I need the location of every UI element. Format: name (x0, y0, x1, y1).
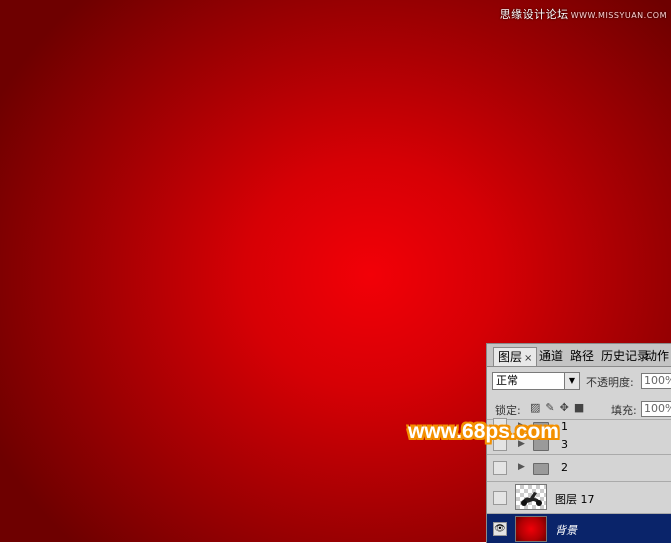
lock-all-icon[interactable]: ■ (574, 401, 589, 414)
layer-name: 3 (561, 438, 568, 451)
watermark-top: 思缘设计论坛 WWW.MISSYUAN.COM (500, 6, 667, 22)
layer-row-selected[interactable]: 👁 背景 (487, 514, 671, 543)
tab-channels[interactable]: 通道 (539, 347, 563, 366)
lock-row: 锁定: ▨✎✥■ 填充: 100% (487, 397, 671, 420)
lock-label: 锁定: (495, 404, 521, 417)
layer-row[interactable]: 图层 17 (487, 482, 671, 514)
tab-paths[interactable]: 路径 (570, 347, 594, 366)
layer-row[interactable]: ▶ 2 (487, 455, 671, 482)
scooter-silhouette-icon (521, 492, 542, 506)
watermark-bottom: www.68ps.com (408, 420, 559, 443)
tab-layers-label: 图层 (498, 350, 523, 364)
opacity-field[interactable]: 100% (641, 373, 671, 389)
layer-name: 背景 (555, 524, 577, 537)
layer-name: 2 (561, 461, 568, 474)
blend-mode-select[interactable]: 正常 ▼ (492, 372, 580, 390)
layer-name: 1 (561, 420, 568, 433)
expand-triangle-icon[interactable]: ▶ (518, 462, 525, 472)
blend-mode-value: 正常 (496, 374, 518, 387)
fill-field[interactable]: 100% (641, 401, 671, 417)
layer-thumbnail (515, 516, 547, 542)
layer-name: 图层 17 (555, 493, 595, 506)
chevron-down-icon[interactable]: ▼ (564, 373, 579, 389)
folder-icon (533, 463, 549, 475)
eye-icon[interactable]: 👁 (493, 522, 507, 536)
lock-move-icon[interactable]: ✥ (560, 401, 574, 414)
opacity-label: 不透明度: (586, 376, 634, 389)
watermark-top-text: 思缘设计论坛 (499, 8, 569, 21)
blend-row: 正常 ▼ 不透明度: 100% (487, 369, 671, 393)
visibility-toggle[interactable] (493, 461, 507, 475)
visibility-toggle[interactable] (493, 491, 507, 505)
panel-tab-bar: 图层 × 通道 路径 历史记录 动作 (487, 344, 671, 367)
lock-brush-icon[interactable]: ✎ (545, 401, 559, 414)
layer-thumbnail (515, 484, 547, 510)
tab-history[interactable]: 历史记录 (601, 347, 649, 366)
tab-actions[interactable]: 动作 (645, 347, 669, 366)
fill-label: 填充: (611, 404, 637, 417)
close-icon[interactable]: × (524, 353, 532, 364)
lock-transparent-icon[interactable]: ▨ (530, 401, 545, 414)
lock-icons: ▨✎✥■ (530, 401, 589, 414)
tab-layers[interactable]: 图层 × (493, 347, 537, 366)
watermark-top-url: WWW.MISSYUAN.COM (570, 11, 667, 20)
